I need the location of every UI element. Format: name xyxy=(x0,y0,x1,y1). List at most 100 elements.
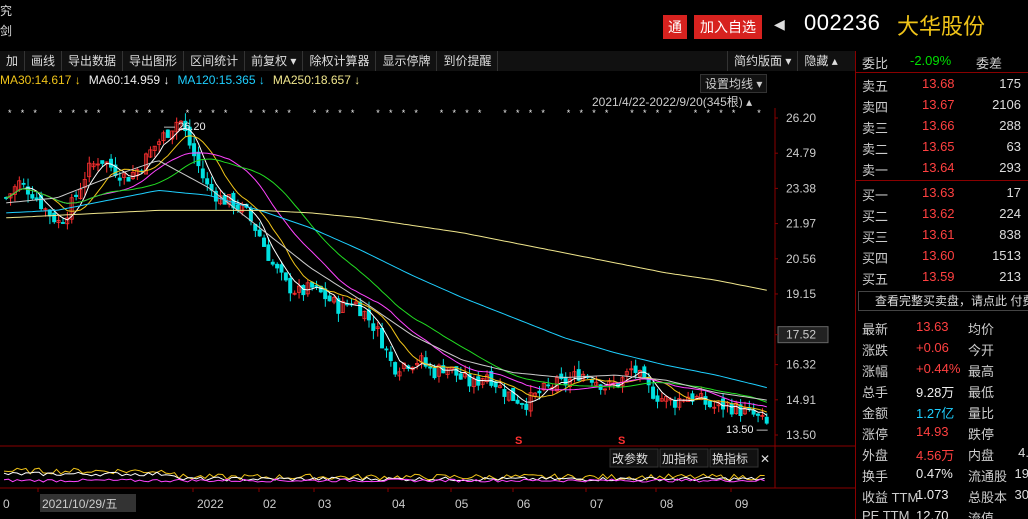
toolbar-item-5[interactable]: 前复权 ▾ xyxy=(245,51,304,71)
x-tick-label: 03 xyxy=(318,497,332,511)
event-star-icon[interactable]: * xyxy=(211,108,215,118)
event-star-icon[interactable]: * xyxy=(503,108,507,118)
candle-body xyxy=(30,194,35,199)
close-icon[interactable]: ✕ xyxy=(760,452,770,466)
candle-body xyxy=(262,237,266,247)
event-star-icon[interactable]: * xyxy=(351,108,355,118)
event-star-icon[interactable]: * xyxy=(630,108,634,118)
toolbar-item-3[interactable]: 导出图形 xyxy=(123,51,185,71)
set-ma-button[interactable]: 设置均线 ▾ xyxy=(700,74,768,93)
signal-s-marker[interactable]: S xyxy=(618,435,625,447)
stat-label: 涨幅 xyxy=(862,364,889,379)
event-star-icon[interactable]: * xyxy=(97,108,101,118)
event-star-icon[interactable]: * xyxy=(453,108,457,118)
stat-row: 总手 9.28万 最低 xyxy=(856,380,1028,401)
stat-label-2: 最高 xyxy=(968,364,995,379)
event-star-icon[interactable]: * xyxy=(376,108,380,118)
event-star-icon[interactable]: * xyxy=(529,108,533,118)
sell-label: 卖四 xyxy=(862,100,889,115)
event-star-icon[interactable]: * xyxy=(59,108,63,118)
event-star-icon[interactable]: * xyxy=(160,108,164,118)
toolbar-item-8[interactable]: 到价提醒 xyxy=(437,51,499,71)
low-label: 13.50 — xyxy=(726,424,768,436)
event-star-icon[interactable]: * xyxy=(605,108,609,118)
toolbar-item-1[interactable]: 画线 xyxy=(25,51,63,71)
event-star-icon[interactable]: * xyxy=(402,108,406,118)
ma-legend-item: MA30:14.617 ↓ xyxy=(0,73,81,87)
sell-price: 13.68 xyxy=(922,76,955,91)
event-star-icon[interactable]: * xyxy=(757,108,761,118)
back-arrow-icon[interactable]: ◀ xyxy=(774,16,785,33)
kline-chart[interactable]: 26.20 24.79 23.38 21.97 20.56 19.15 17.52 16.32… xyxy=(0,108,855,519)
event-star-icon[interactable]: * xyxy=(592,108,596,118)
volume-panel-button[interactable]: 换指标 xyxy=(712,451,748,466)
stat-label-2: 量比 xyxy=(968,406,995,421)
event-star-icon[interactable]: * xyxy=(719,108,723,118)
event-star-icon[interactable]: * xyxy=(287,108,291,118)
stat-label: 换手 xyxy=(862,469,889,484)
toolbar-item-0[interactable]: 加 xyxy=(0,51,26,71)
event-star-icon[interactable]: * xyxy=(72,108,76,118)
event-star-icon[interactable]: * xyxy=(262,108,266,118)
event-star-icon[interactable]: * xyxy=(478,108,482,118)
event-star-icon[interactable]: * xyxy=(516,108,520,118)
toolbar-right-item-0[interactable]: 简约版面 ▾ xyxy=(727,51,798,71)
toolbar-item-4[interactable]: 区间统计 xyxy=(184,51,246,71)
volume-panel-button[interactable]: 加指标 xyxy=(662,451,698,466)
event-star-icon[interactable]: * xyxy=(33,108,37,118)
stat-value-2: 19 xyxy=(1014,466,1028,481)
event-star-icon[interactable]: * xyxy=(656,108,660,118)
event-star-icon[interactable]: * xyxy=(465,108,469,118)
event-star-icon[interactable]: * xyxy=(643,108,647,118)
event-star-icon[interactable]: * xyxy=(148,108,152,118)
event-star-icon[interactable]: * xyxy=(414,108,418,118)
candle-body xyxy=(672,400,677,408)
full-order-book-button[interactable]: 查看完整买卖盘，请点此 付费 xyxy=(858,291,1028,311)
sell-price: 13.66 xyxy=(922,118,955,133)
event-star-icon[interactable]: * xyxy=(694,108,698,118)
candle-body xyxy=(327,295,332,302)
event-star-icon[interactable]: * xyxy=(732,108,736,118)
event-star-icon[interactable]: * xyxy=(199,108,203,118)
signal-s-marker[interactable]: S xyxy=(515,435,522,447)
event-star-icon[interactable]: * xyxy=(249,108,253,118)
toolbar-item-2[interactable]: 导出数据 xyxy=(62,51,124,71)
sell-label: 卖二 xyxy=(862,142,889,157)
stat-label: 最新 xyxy=(862,322,889,337)
toolbar-right-item-1[interactable]: 隐藏 ▴ xyxy=(797,51,844,71)
candle-body xyxy=(524,403,529,410)
event-star-icon[interactable]: * xyxy=(313,108,317,118)
event-star-icon[interactable]: * xyxy=(389,108,393,118)
candle-body xyxy=(493,381,498,388)
candle-body xyxy=(432,367,437,379)
tong-button[interactable]: 通 xyxy=(663,15,687,39)
event-star-icon[interactable]: * xyxy=(8,108,12,118)
candle-body xyxy=(34,197,39,200)
volume-panel-button[interactable]: 改参数 xyxy=(612,451,648,466)
y-tick-label: 26.20 xyxy=(786,111,816,125)
event-star-icon[interactable]: * xyxy=(338,108,342,118)
buy-label: 买一 xyxy=(862,188,889,203)
toolbar-item-7[interactable]: 显示停牌 xyxy=(376,51,438,71)
event-star-icon[interactable]: * xyxy=(440,108,444,118)
event-star-icon[interactable]: * xyxy=(122,108,126,118)
event-star-icon[interactable]: * xyxy=(668,108,672,118)
toolbar-item-6[interactable]: 除权计算器 xyxy=(303,51,377,71)
event-star-icon[interactable]: * xyxy=(580,108,584,118)
event-star-icon[interactable]: * xyxy=(326,108,330,118)
event-star-icon[interactable]: * xyxy=(135,108,139,118)
event-star-icon[interactable]: * xyxy=(224,108,228,118)
add-favorite-button[interactable]: 加入自选 xyxy=(694,15,762,39)
x-tick-label: 0 xyxy=(3,497,10,511)
event-star-icon[interactable]: * xyxy=(541,108,545,118)
event-star-icon[interactable]: * xyxy=(84,108,88,118)
y-tick-label: 13.50 xyxy=(786,428,816,442)
event-star-icon[interactable]: * xyxy=(567,108,571,118)
event-star-icon[interactable]: * xyxy=(21,108,25,118)
left-fragment: 究 剑 xyxy=(0,4,12,38)
event-star-icon[interactable]: * xyxy=(707,108,711,118)
buy-label: 买四 xyxy=(862,251,889,266)
event-star-icon[interactable]: * xyxy=(275,108,279,118)
event-star-icon[interactable]: * xyxy=(186,108,190,118)
stat-label-2: 最低 xyxy=(968,385,995,400)
